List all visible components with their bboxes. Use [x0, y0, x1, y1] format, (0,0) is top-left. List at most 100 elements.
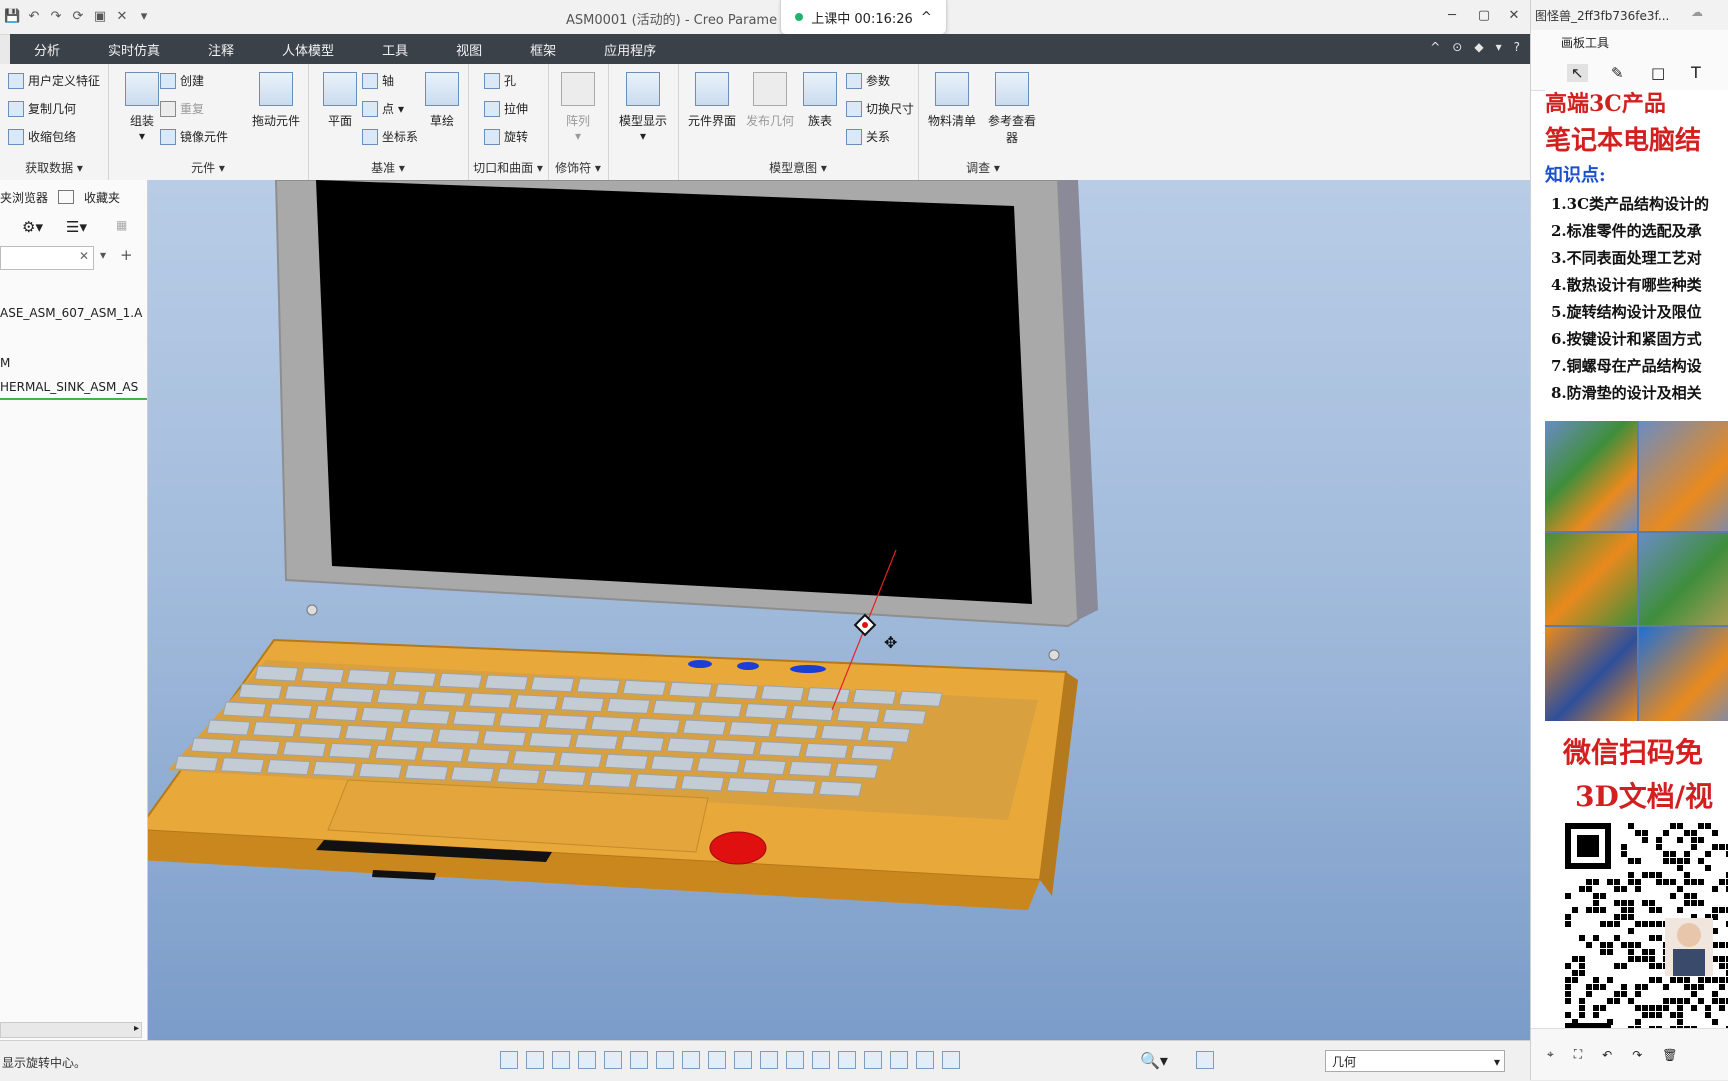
- model-display-button[interactable]: 模型显示 ▾: [613, 70, 673, 143]
- dropdown-icon[interactable]: ▾: [1496, 40, 1502, 54]
- shrinkwrap-button[interactable]: 收缩包络: [8, 128, 76, 145]
- datum-display-icon[interactable]: [760, 1051, 778, 1069]
- find-icon[interactable]: 🔍▾: [1140, 1051, 1168, 1070]
- close-window-icon[interactable]: ✕: [114, 9, 130, 25]
- selection-filter-icon[interactable]: [1196, 1051, 1214, 1069]
- group-label-investigate[interactable]: 调查 ▾: [918, 159, 1048, 176]
- group-label-get-data[interactable]: 获取数据 ▾: [0, 159, 108, 176]
- revolve-button[interactable]: 旋转: [484, 128, 528, 145]
- collapse-ribbon-icon[interactable]: ^: [1430, 40, 1440, 54]
- drag-component-button[interactable]: 拖动元件: [246, 70, 306, 129]
- mirror-component-button[interactable]: 镜像元件: [160, 128, 228, 145]
- tree-item-selected[interactable]: HERMAL_SINK_ASM_AS: [0, 380, 147, 400]
- text-tool-icon[interactable]: T: [1691, 63, 1701, 82]
- save-icon[interactable]: 💾: [4, 9, 20, 25]
- group-label-model-intent[interactable]: 模型意图 ▾: [678, 159, 918, 176]
- maximize-button[interactable]: ▢: [1474, 8, 1494, 23]
- zoom-out-icon[interactable]: [552, 1051, 570, 1069]
- tab-simulation[interactable]: 实时仿真: [108, 40, 160, 59]
- selection-filter-dropdown[interactable]: 几何 ▾: [1325, 1050, 1505, 1072]
- repaint-icon[interactable]: [578, 1051, 596, 1069]
- parameters-button[interactable]: 参数: [846, 72, 890, 89]
- annotation-display-icon[interactable]: [734, 1051, 752, 1069]
- hole-button[interactable]: 孔: [484, 72, 516, 89]
- pin-icon[interactable]: ⌖: [1547, 1047, 1554, 1062]
- tree-search-input[interactable]: ✕: [0, 246, 94, 270]
- switch-dimensions-button[interactable]: 切换尺寸: [846, 100, 914, 117]
- csys-display-icon[interactable]: [864, 1051, 882, 1069]
- component-interface-button[interactable]: 元件界面: [682, 70, 742, 129]
- group-label-modifiers[interactable]: 修饰符 ▾: [548, 159, 608, 176]
- customize-dropdown-icon[interactable]: ▾: [136, 9, 152, 25]
- repeat-button[interactable]: 重复: [160, 100, 204, 117]
- reference-viewer-button[interactable]: 参考查看器: [982, 70, 1042, 146]
- extrude-button[interactable]: 拉伸: [484, 100, 528, 117]
- horizontal-scrollbar[interactable]: ▸: [0, 1022, 142, 1038]
- search-help-icon[interactable]: ⊙: [1452, 40, 1462, 54]
- group-label-component[interactable]: 元件 ▾: [108, 159, 308, 176]
- scroll-right-icon[interactable]: ▸: [134, 1023, 139, 1034]
- udf-button[interactable]: 用户定义特征: [8, 72, 100, 89]
- tab-framework[interactable]: 框架: [530, 40, 556, 59]
- point-display-icon[interactable]: [838, 1051, 856, 1069]
- tab-favorites[interactable]: 收藏夹: [84, 189, 120, 206]
- view-manager-icon[interactable]: [656, 1051, 674, 1069]
- tab-analysis[interactable]: 分析: [34, 40, 60, 59]
- point-button[interactable]: 点 ▾: [362, 100, 404, 117]
- group-label-cut-surface[interactable]: 切口和曲面 ▾: [468, 159, 548, 176]
- tree-columns-icon[interactable]: ▦: [116, 218, 127, 232]
- warning-icon[interactable]: [942, 1051, 960, 1069]
- hat-icon[interactable]: ◆: [1474, 40, 1483, 54]
- family-table-button[interactable]: 族表: [790, 70, 850, 129]
- create-button[interactable]: 创建: [160, 72, 204, 89]
- perspective-icon[interactable]: [682, 1051, 700, 1069]
- minimize-button[interactable]: ─: [1442, 8, 1462, 23]
- tab-applications[interactable]: 应用程序: [604, 40, 656, 59]
- group-label-datum[interactable]: 基准 ▾: [308, 159, 468, 176]
- tab-folder-browser[interactable]: 夹浏览器: [0, 189, 48, 206]
- tab-manikin[interactable]: 人体模型: [282, 40, 334, 59]
- axis-display-icon[interactable]: [812, 1051, 830, 1069]
- redo-icon[interactable]: ↷: [48, 9, 64, 25]
- cloud-icon[interactable]: ☁: [1691, 5, 1703, 19]
- add-icon[interactable]: +: [120, 246, 133, 264]
- redo-icon[interactable]: ↷: [1632, 1048, 1642, 1062]
- search-dropdown-icon[interactable]: ▾: [100, 248, 106, 262]
- clear-search-icon[interactable]: ✕: [79, 249, 89, 263]
- copy-geometry-button[interactable]: 复制几何: [8, 100, 76, 117]
- pointer-tool-icon[interactable]: ↖: [1567, 64, 1588, 82]
- section-icon[interactable]: [708, 1051, 726, 1069]
- pattern-button[interactable]: 阵列 ▾: [548, 70, 608, 143]
- pen-tool-icon[interactable]: ✎: [1611, 64, 1624, 82]
- settings-icon[interactable]: ⚙▾: [22, 218, 43, 236]
- tree-filter-icon[interactable]: ☰▾: [66, 218, 87, 236]
- csys-button[interactable]: 坐标系: [362, 128, 418, 145]
- undo-icon[interactable]: ↶: [26, 9, 42, 25]
- saved-orientations-icon[interactable]: [630, 1051, 648, 1069]
- relations-button[interactable]: 关系: [846, 128, 890, 145]
- tab-tools[interactable]: 工具: [382, 40, 408, 59]
- help-icon[interactable]: ?: [1514, 40, 1520, 54]
- tab-view[interactable]: 视图: [456, 40, 482, 59]
- crop-icon[interactable]: ⛶: [1574, 1047, 1582, 1062]
- windows-icon[interactable]: ▣: [92, 9, 108, 25]
- chevron-up-icon[interactable]: ^: [921, 10, 932, 25]
- display-style-icon[interactable]: [604, 1051, 622, 1069]
- graphics-viewport[interactable]: ✥: [148, 180, 1530, 1040]
- sketch-button[interactable]: 草绘: [412, 70, 472, 129]
- spin-center-display-icon[interactable]: [890, 1051, 908, 1069]
- undo-icon[interactable]: ↶: [1602, 1048, 1612, 1062]
- cut-icon[interactable]: [916, 1051, 934, 1069]
- rectangle-tool-icon[interactable]: □: [1651, 64, 1665, 82]
- plane-button[interactable]: 平面: [310, 70, 370, 129]
- plane-display-icon[interactable]: [786, 1051, 804, 1069]
- tree-item[interactable]: M: [0, 356, 147, 370]
- axis-button[interactable]: 轴: [362, 72, 394, 89]
- tree-item[interactable]: ASE_ASM_607_ASM_1.A: [0, 306, 147, 320]
- refit-icon[interactable]: [500, 1051, 518, 1069]
- recording-indicator[interactable]: 上课中 00:16:26 ^: [780, 0, 947, 35]
- delete-icon[interactable]: 🗑: [1662, 1048, 1677, 1062]
- bom-button[interactable]: 物料清单: [922, 70, 982, 129]
- zoom-in-icon[interactable]: [526, 1051, 544, 1069]
- close-button[interactable]: ✕: [1504, 8, 1524, 23]
